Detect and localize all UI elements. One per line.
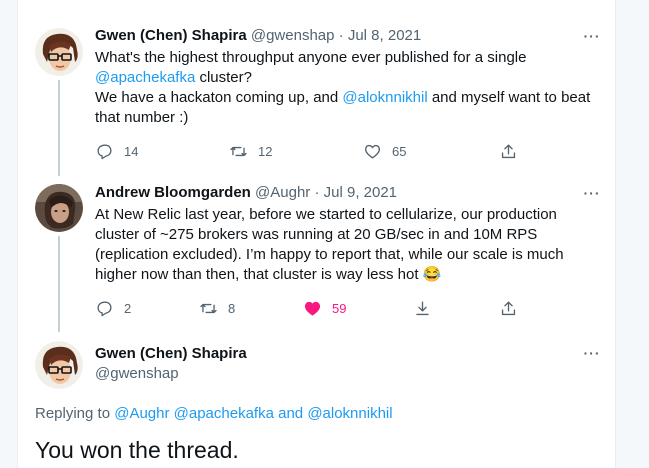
replying-and[interactable]: and bbox=[274, 405, 307, 422]
like-button[interactable]: 59 bbox=[303, 298, 346, 318]
retweet-count: 12 bbox=[258, 143, 273, 159]
retweet-icon bbox=[200, 303, 217, 313]
tweet-text: cluster? bbox=[195, 69, 252, 86]
tweet-line: (replication excluded). I’m happy to rep… bbox=[95, 246, 564, 263]
tweet1-actions: 14 12 65 bbox=[95, 141, 518, 161]
avatar-andrew[interactable] bbox=[35, 184, 83, 232]
main-author-name[interactable]: Gwen (Chen) Shapira bbox=[95, 344, 247, 364]
tweet-date[interactable]: Jul 9, 2021 bbox=[324, 184, 397, 201]
like-icon bbox=[304, 301, 321, 316]
reply-icon bbox=[97, 300, 112, 316]
retweet-count: 8 bbox=[228, 300, 236, 316]
more-icon[interactable]: ··· bbox=[583, 29, 601, 50]
author-handle[interactable]: @Aughr bbox=[255, 184, 310, 201]
mention-link[interactable]: @Aughr @apachekafka bbox=[114, 405, 274, 422]
tweet2-actions: 2 8 59 bbox=[95, 298, 518, 318]
separator: · bbox=[314, 184, 320, 201]
share-icon bbox=[501, 300, 516, 315]
replying-to: Replying to @Aughr @apachekafka and @alo… bbox=[35, 404, 393, 424]
tweet-line: @apachekafka cluster? bbox=[95, 68, 605, 88]
tweet1-text: What's the highest throughput anyone eve… bbox=[95, 48, 605, 128]
download-button[interactable] bbox=[413, 298, 432, 318]
download-icon bbox=[416, 300, 429, 315]
tweet2-header: Andrew Bloomgarden @Aughr · Jul 9, 2021 bbox=[95, 183, 397, 203]
tweet-line: that number :) bbox=[95, 109, 189, 126]
retweet-button[interactable]: 12 bbox=[229, 141, 272, 161]
share-button[interactable] bbox=[499, 298, 518, 318]
tweet-line: At New Relic last year, before we starte… bbox=[95, 206, 557, 223]
reply-icon bbox=[97, 143, 112, 159]
avatar-gwen-main[interactable] bbox=[35, 341, 83, 389]
avatar-gwen[interactable] bbox=[35, 28, 83, 76]
tweet-text: We have a hackaton coming up, and bbox=[95, 89, 343, 106]
retweet-icon bbox=[230, 146, 247, 156]
like-icon bbox=[364, 144, 381, 159]
reply-count: 14 bbox=[124, 143, 139, 159]
tweet-line: cluster of ~275 brokers was running at 2… bbox=[95, 226, 538, 243]
tweet-text: and myself want to beat bbox=[427, 89, 591, 106]
thread-connector-line bbox=[58, 236, 60, 332]
reply-count: 2 bbox=[124, 300, 132, 316]
tweet-line: higher now than then, that cluster is wa… bbox=[95, 266, 442, 283]
like-button[interactable]: 65 bbox=[363, 141, 406, 161]
thread-connector-line bbox=[58, 80, 60, 176]
reply-button[interactable]: 2 bbox=[95, 298, 131, 318]
separator: · bbox=[338, 27, 344, 44]
main-author-handle[interactable]: @gwenshap bbox=[95, 364, 179, 384]
author-handle[interactable]: @gwenshap bbox=[251, 27, 335, 44]
tweet1-header: Gwen (Chen) Shapira @gwenshap · Jul 8, 2… bbox=[95, 26, 421, 46]
main-tweet-text: You won the thread. bbox=[35, 437, 239, 463]
more-icon[interactable]: ··· bbox=[583, 186, 601, 207]
mention-link[interactable]: @aloknnikhil bbox=[307, 405, 392, 422]
tweet2-text: At New Relic last year, before we starte… bbox=[95, 205, 605, 285]
replying-prefix: Replying to bbox=[35, 405, 115, 422]
tweet-thread-card: Gwen (Chen) Shapira @gwenshap · Jul 8, 2… bbox=[17, 0, 616, 468]
share-button[interactable] bbox=[499, 141, 518, 161]
retweet-button[interactable]: 8 bbox=[199, 298, 235, 318]
author-name[interactable]: Andrew Bloomgarden bbox=[95, 184, 251, 201]
mention-link[interactable]: @apachekafka bbox=[95, 69, 195, 86]
like-count: 59 bbox=[332, 300, 347, 316]
more-icon[interactable]: ··· bbox=[583, 346, 601, 367]
reply-button[interactable]: 14 bbox=[95, 141, 138, 161]
mention-link[interactable]: @aloknnikhil bbox=[342, 89, 427, 106]
author-name[interactable]: Gwen (Chen) Shapira bbox=[95, 27, 247, 44]
tweet-line: What's the highest throughput anyone eve… bbox=[95, 49, 527, 66]
tweet-line: We have a hackaton coming up, and @alokn… bbox=[95, 88, 605, 108]
like-count: 65 bbox=[392, 143, 407, 159]
tweet-date[interactable]: Jul 8, 2021 bbox=[348, 27, 421, 44]
share-icon bbox=[501, 143, 516, 158]
